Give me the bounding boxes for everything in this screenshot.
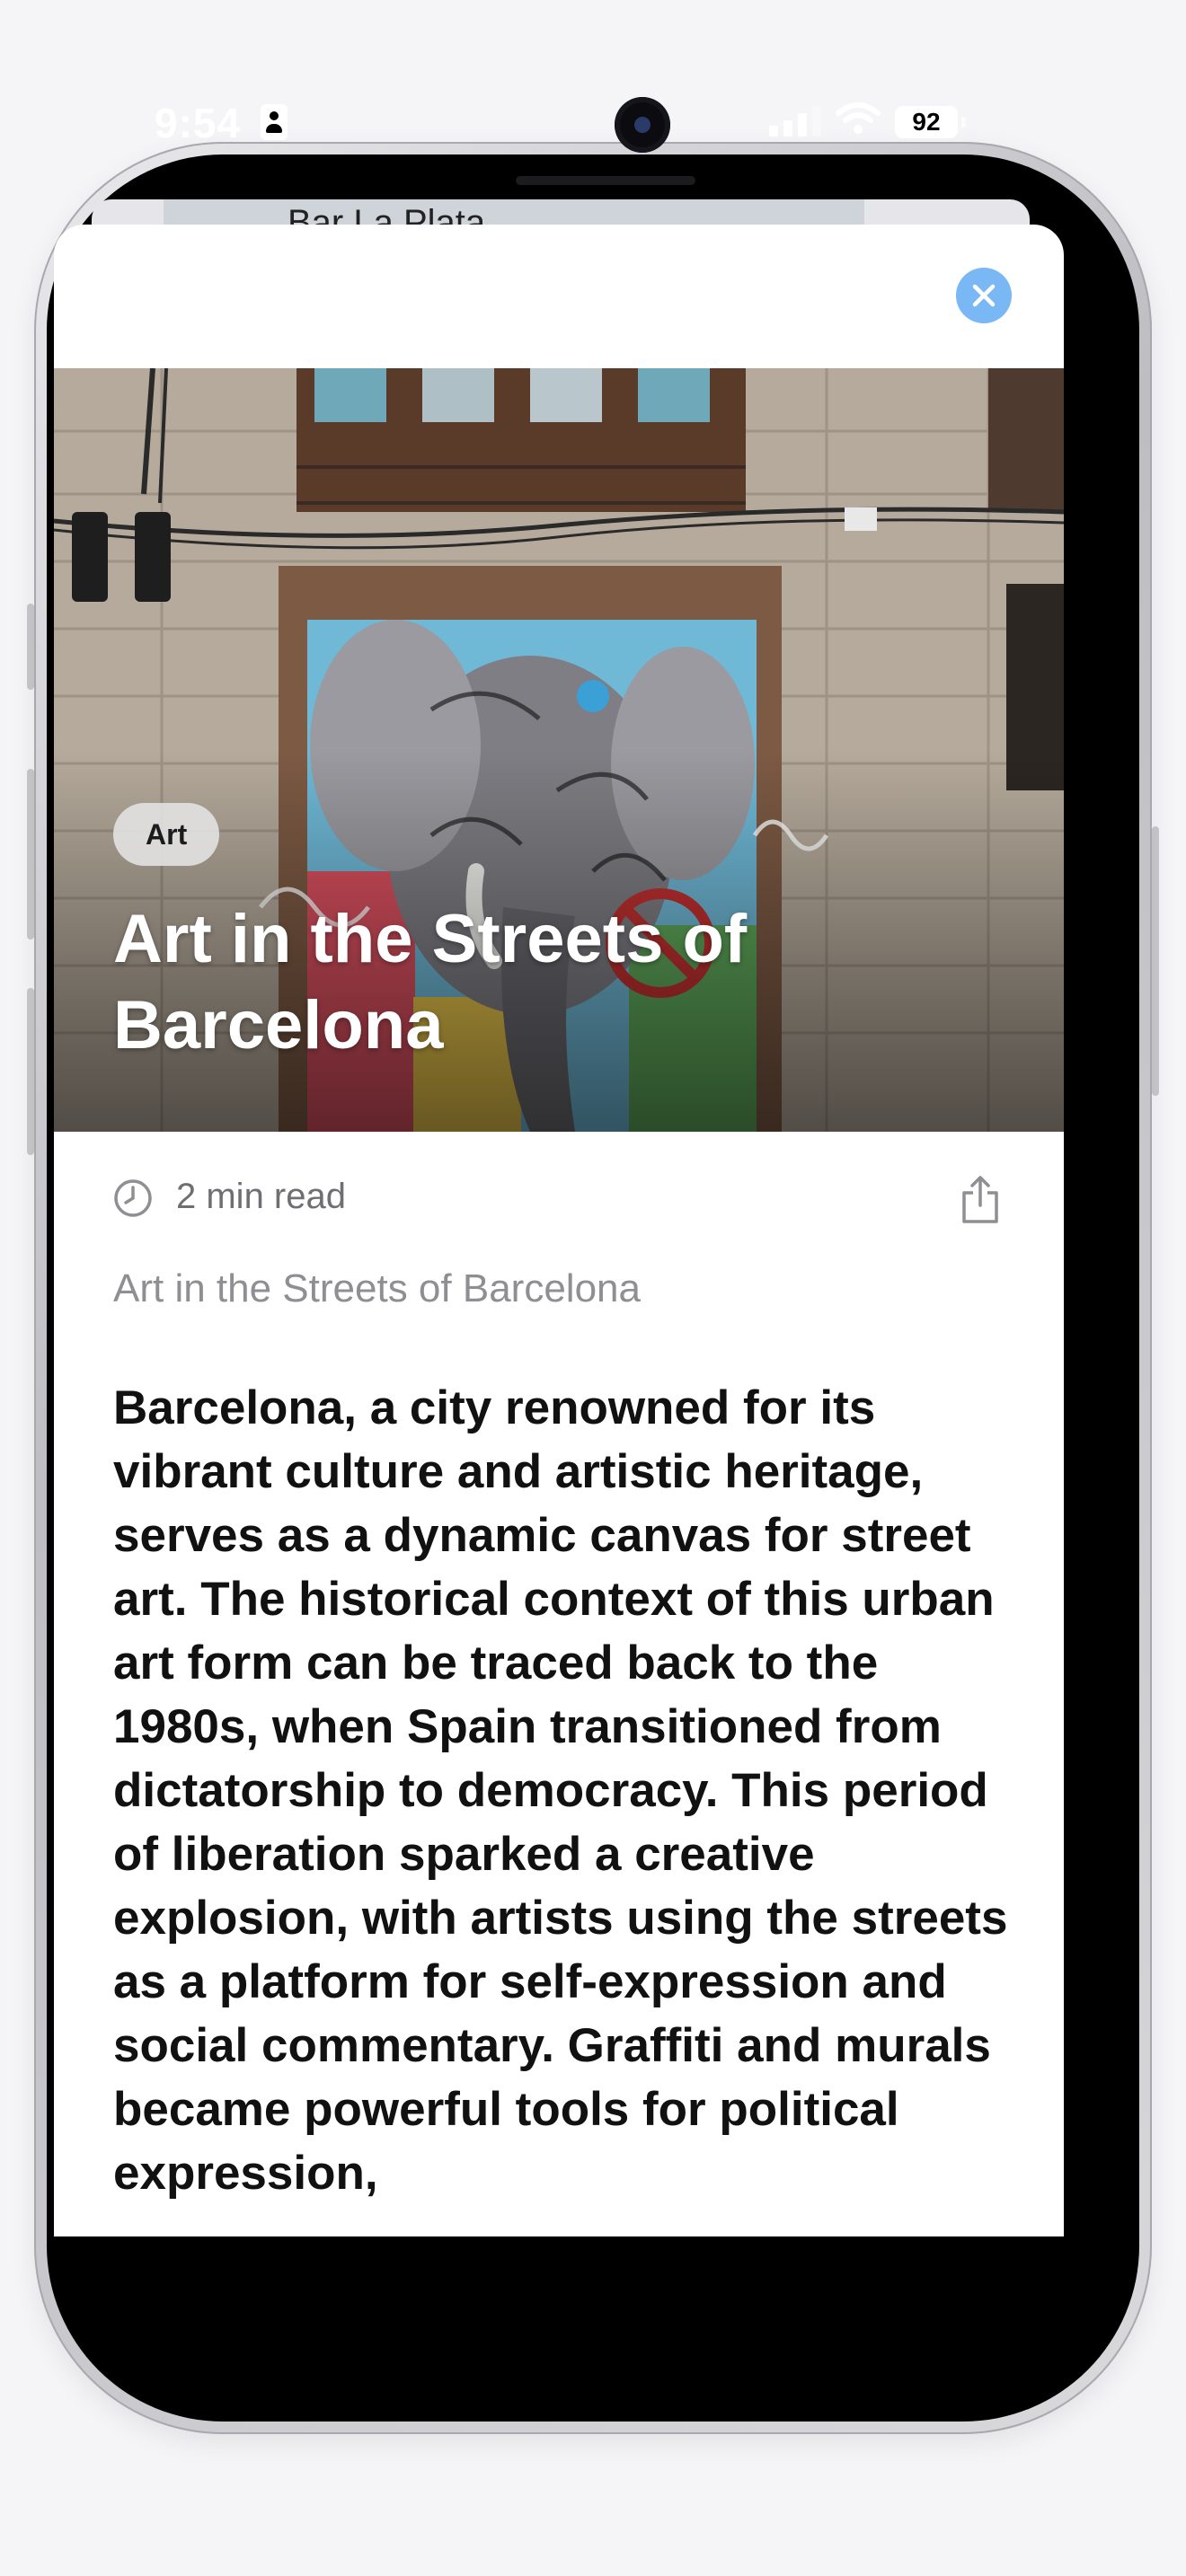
battery-indicator: 92 [895,106,958,138]
volume-down-button [27,988,34,1155]
action-button [27,604,34,690]
status-time: 9:54 [155,100,242,146]
share-button[interactable] [958,1175,1003,1225]
close-button[interactable] [956,268,1012,323]
category-badge: Art [113,803,220,866]
wifi-icon [836,102,881,134]
hero-title: Art in the Streets of Barcelona [113,901,748,1063]
volume-up-button [27,769,34,940]
article-body: Barcelona, a city renowned for its vibra… [113,1381,1008,2200]
focus-mode-icon [261,104,288,140]
hero-image: Art Art in the Streets of Barcelona [54,368,1064,1132]
battery-nub [961,117,966,128]
read-time: 2 min read [176,1177,346,1216]
article-meta-row: 2 min read [113,1168,1003,1225]
cellular-signal-icon [769,106,823,137]
close-icon [972,284,996,307]
clock-icon [114,1179,152,1217]
article-subtitle: Art in the Streets of Barcelona [113,1266,641,1310]
share-icon [962,1176,998,1223]
earpiece-speaker [516,176,695,185]
power-button [1152,826,1159,1096]
article-sheet: Art Art in the Streets of Barcelona 2 mi… [54,225,1064,2236]
front-camera [615,97,670,153]
